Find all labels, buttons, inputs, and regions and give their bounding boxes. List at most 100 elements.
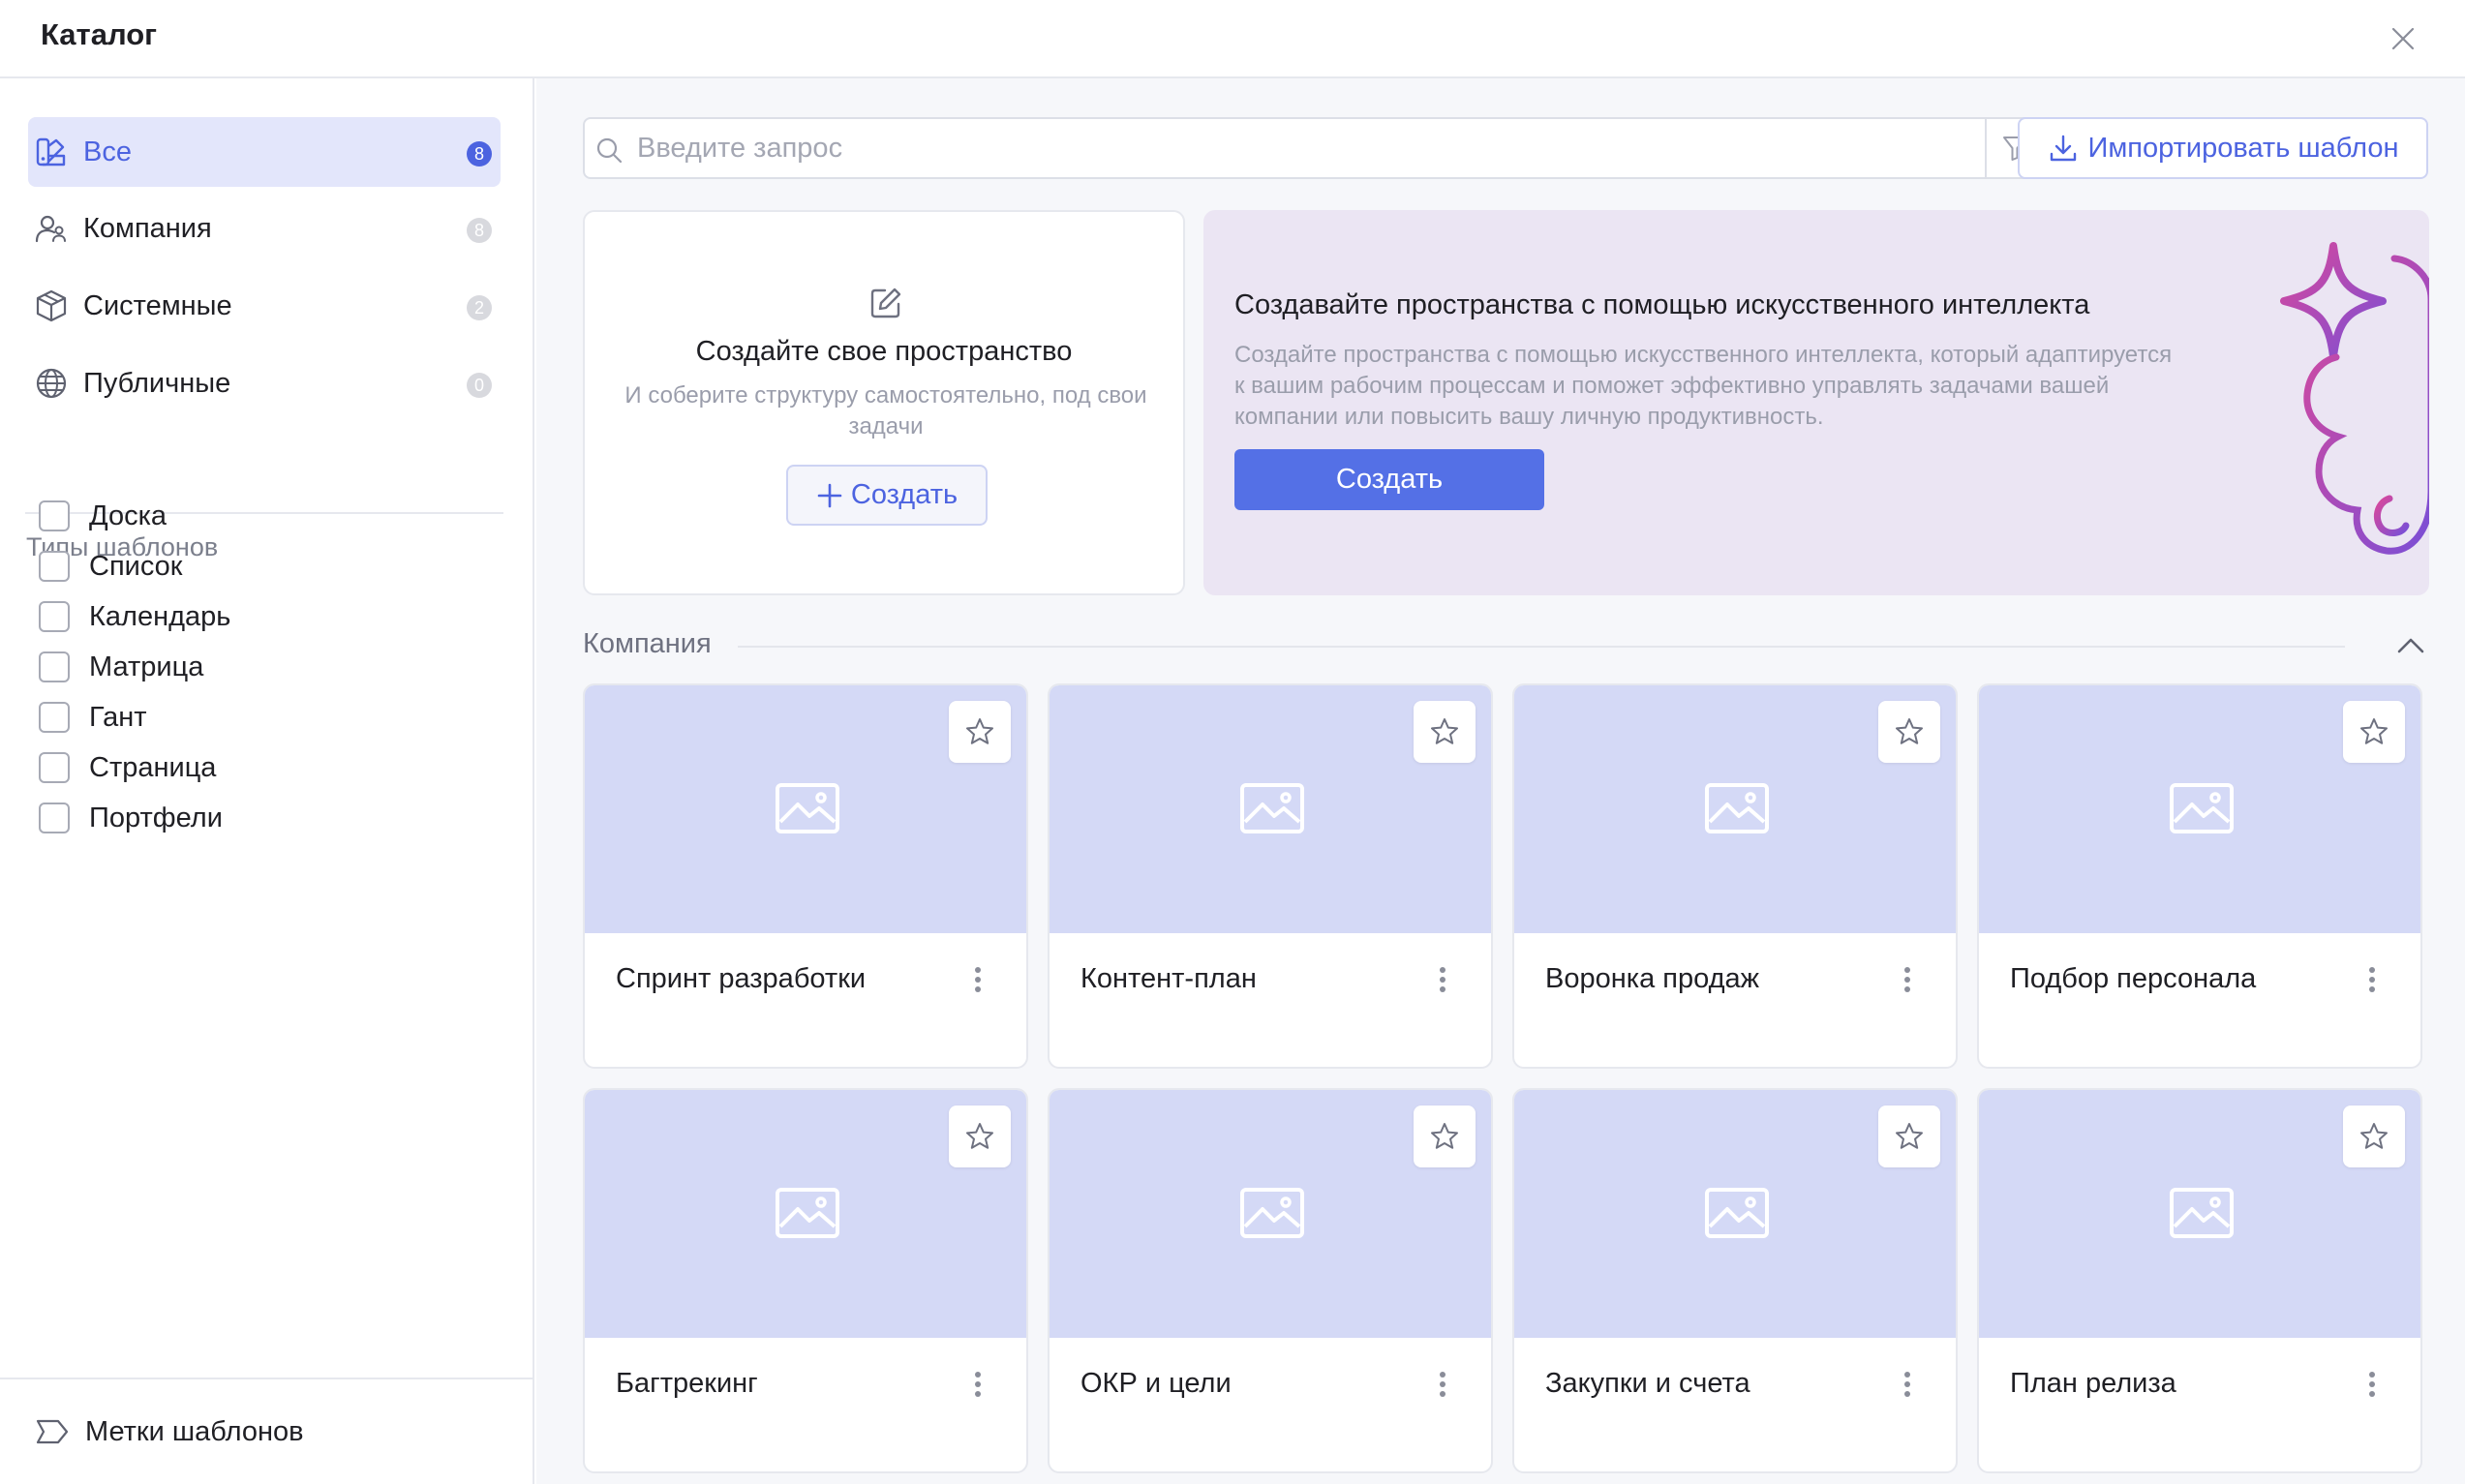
type-filter-portfolios[interactable]: Портфели (39, 799, 223, 837)
template-name: Спринт разработки (616, 963, 867, 994)
count-badge: 8 (467, 218, 492, 243)
star-icon (1431, 718, 1458, 744)
count-badge: 8 (467, 141, 492, 167)
download-icon (2050, 135, 2076, 162)
more-vertical-icon[interactable] (968, 1367, 988, 1402)
globe-icon (36, 368, 67, 399)
image-placeholder-icon (1240, 783, 1304, 833)
type-filter-gantt[interactable]: Гант (39, 698, 147, 737)
sidebar-item-all[interactable]: Все 8 (28, 117, 501, 187)
checkbox[interactable] (39, 752, 70, 783)
more-vertical-icon[interactable] (968, 962, 988, 997)
favorite-button[interactable] (949, 1105, 1011, 1167)
template-card[interactable]: Закупки и счета (1512, 1088, 1958, 1473)
ai-promo-title: Создавайте пространства с помощью искусс… (1234, 289, 2090, 320)
template-name: Контент-план (1080, 963, 1257, 994)
sidebar: Все 8 Компания 8 Системные 2 Публичные 0… (0, 78, 534, 1484)
star-icon (2360, 1123, 2388, 1149)
template-name: Закупки и счета (1545, 1368, 1750, 1399)
template-thumbnail (1050, 1090, 1491, 1338)
template-name: План релиза (2010, 1368, 2176, 1399)
checkbox[interactable] (39, 702, 70, 733)
checkbox[interactable] (39, 651, 70, 682)
favorite-button[interactable] (949, 701, 1011, 763)
template-card[interactable]: Воронка продаж (1512, 683, 1958, 1069)
type-filter-label: Календарь (89, 600, 231, 632)
star-icon (966, 1123, 993, 1149)
more-vertical-icon[interactable] (1898, 1367, 1917, 1402)
import-template-button[interactable]: Импортировать шаблон (2018, 117, 2428, 179)
main-content: Импортировать шаблон Создайте свое прост… (536, 78, 2465, 1484)
template-card[interactable]: ОКР и цели (1048, 1088, 1493, 1473)
star-icon (1896, 1123, 1923, 1149)
ai-promo-card: Создавайте пространства с помощью искусс… (1203, 210, 2429, 595)
type-filter-list[interactable]: Список (39, 547, 183, 586)
users-icon (35, 215, 66, 243)
box-icon (36, 289, 67, 322)
template-thumbnail (1050, 685, 1491, 933)
image-placeholder-icon (2170, 1188, 2234, 1238)
star-icon (2360, 718, 2388, 744)
tag-icon (36, 1419, 69, 1444)
create-space-button[interactable]: Создать (786, 465, 988, 526)
sidebar-item-label: Компания (83, 212, 212, 244)
template-thumbnail (1514, 685, 1956, 933)
palette-icon (36, 137, 66, 167)
template-tags-link[interactable]: Метки шаблонов (35, 1405, 304, 1459)
more-vertical-icon[interactable] (2362, 1367, 2382, 1402)
type-filter-label: Портфели (89, 802, 223, 833)
checkbox[interactable] (39, 601, 70, 632)
sidebar-item-company[interactable]: Компания 8 (28, 194, 501, 263)
type-filter-page[interactable]: Страница (39, 748, 216, 787)
template-card[interactable]: Багтрекинг (583, 1088, 1028, 1473)
count-badge: 0 (467, 373, 492, 398)
sidebar-item-system[interactable]: Системные 2 (28, 271, 501, 341)
star-icon (1896, 718, 1923, 744)
import-template-label: Импортировать шаблон (2087, 132, 2399, 164)
window-title: Каталог (41, 17, 158, 51)
type-filter-board[interactable]: Доска (39, 497, 167, 535)
more-vertical-icon[interactable] (1433, 962, 1452, 997)
favorite-button[interactable] (2343, 1105, 2405, 1167)
type-filter-calendar[interactable]: Календарь (39, 597, 230, 636)
sidebar-item-public[interactable]: Публичные 0 (28, 348, 501, 418)
ai-promo-description: Создайте пространства с помощью искусств… (1234, 342, 2173, 430)
more-vertical-icon[interactable] (1898, 962, 1917, 997)
create-space-button-label: Создать (850, 479, 959, 510)
template-card[interactable]: Спринт разработки (583, 683, 1028, 1069)
favorite-button[interactable] (1878, 701, 1940, 763)
star-icon (1431, 1123, 1458, 1149)
ai-create-button-label: Создать (1335, 464, 1444, 495)
more-vertical-icon[interactable] (2362, 962, 2382, 997)
checkbox[interactable] (39, 500, 70, 531)
favorite-button[interactable] (1878, 1105, 1940, 1167)
favorite-button[interactable] (1414, 1105, 1476, 1167)
ai-sparkle-brain-icon (2280, 242, 2429, 555)
favorite-button[interactable] (2343, 701, 2405, 763)
template-card[interactable]: Контент-план (1048, 683, 1493, 1069)
more-vertical-icon[interactable] (1433, 1367, 1452, 1402)
create-space-title: Создайте свое пространство (695, 336, 1073, 367)
template-thumbnail (1979, 1090, 2420, 1338)
close-icon (2391, 27, 2415, 50)
type-filter-label: Страница (89, 751, 217, 783)
template-name: ОКР и цели (1080, 1368, 1232, 1399)
section-title: Компания (583, 628, 725, 660)
plus-icon (817, 483, 842, 507)
edit-icon (870, 288, 901, 318)
sidebar-item-label: Все (83, 136, 132, 167)
type-filter-matrix[interactable]: Матрица (39, 648, 203, 686)
favorite-button[interactable] (1414, 701, 1476, 763)
ai-create-button[interactable]: Создать (1234, 449, 1544, 510)
search-input[interactable] (637, 119, 1925, 177)
template-card[interactable]: Подбор персонала (1977, 683, 2422, 1069)
checkbox[interactable] (39, 803, 70, 833)
create-space-card: Создайте свое пространство И соберите ст… (583, 210, 1185, 595)
chevron-up-icon[interactable] (2393, 628, 2428, 663)
image-placeholder-icon (1705, 1188, 1769, 1238)
checkbox[interactable] (39, 551, 70, 582)
close-button[interactable] (2386, 21, 2420, 56)
image-placeholder-icon (2170, 783, 2234, 833)
header: Каталог (0, 0, 2465, 78)
template-card[interactable]: План релиза (1977, 1088, 2422, 1473)
